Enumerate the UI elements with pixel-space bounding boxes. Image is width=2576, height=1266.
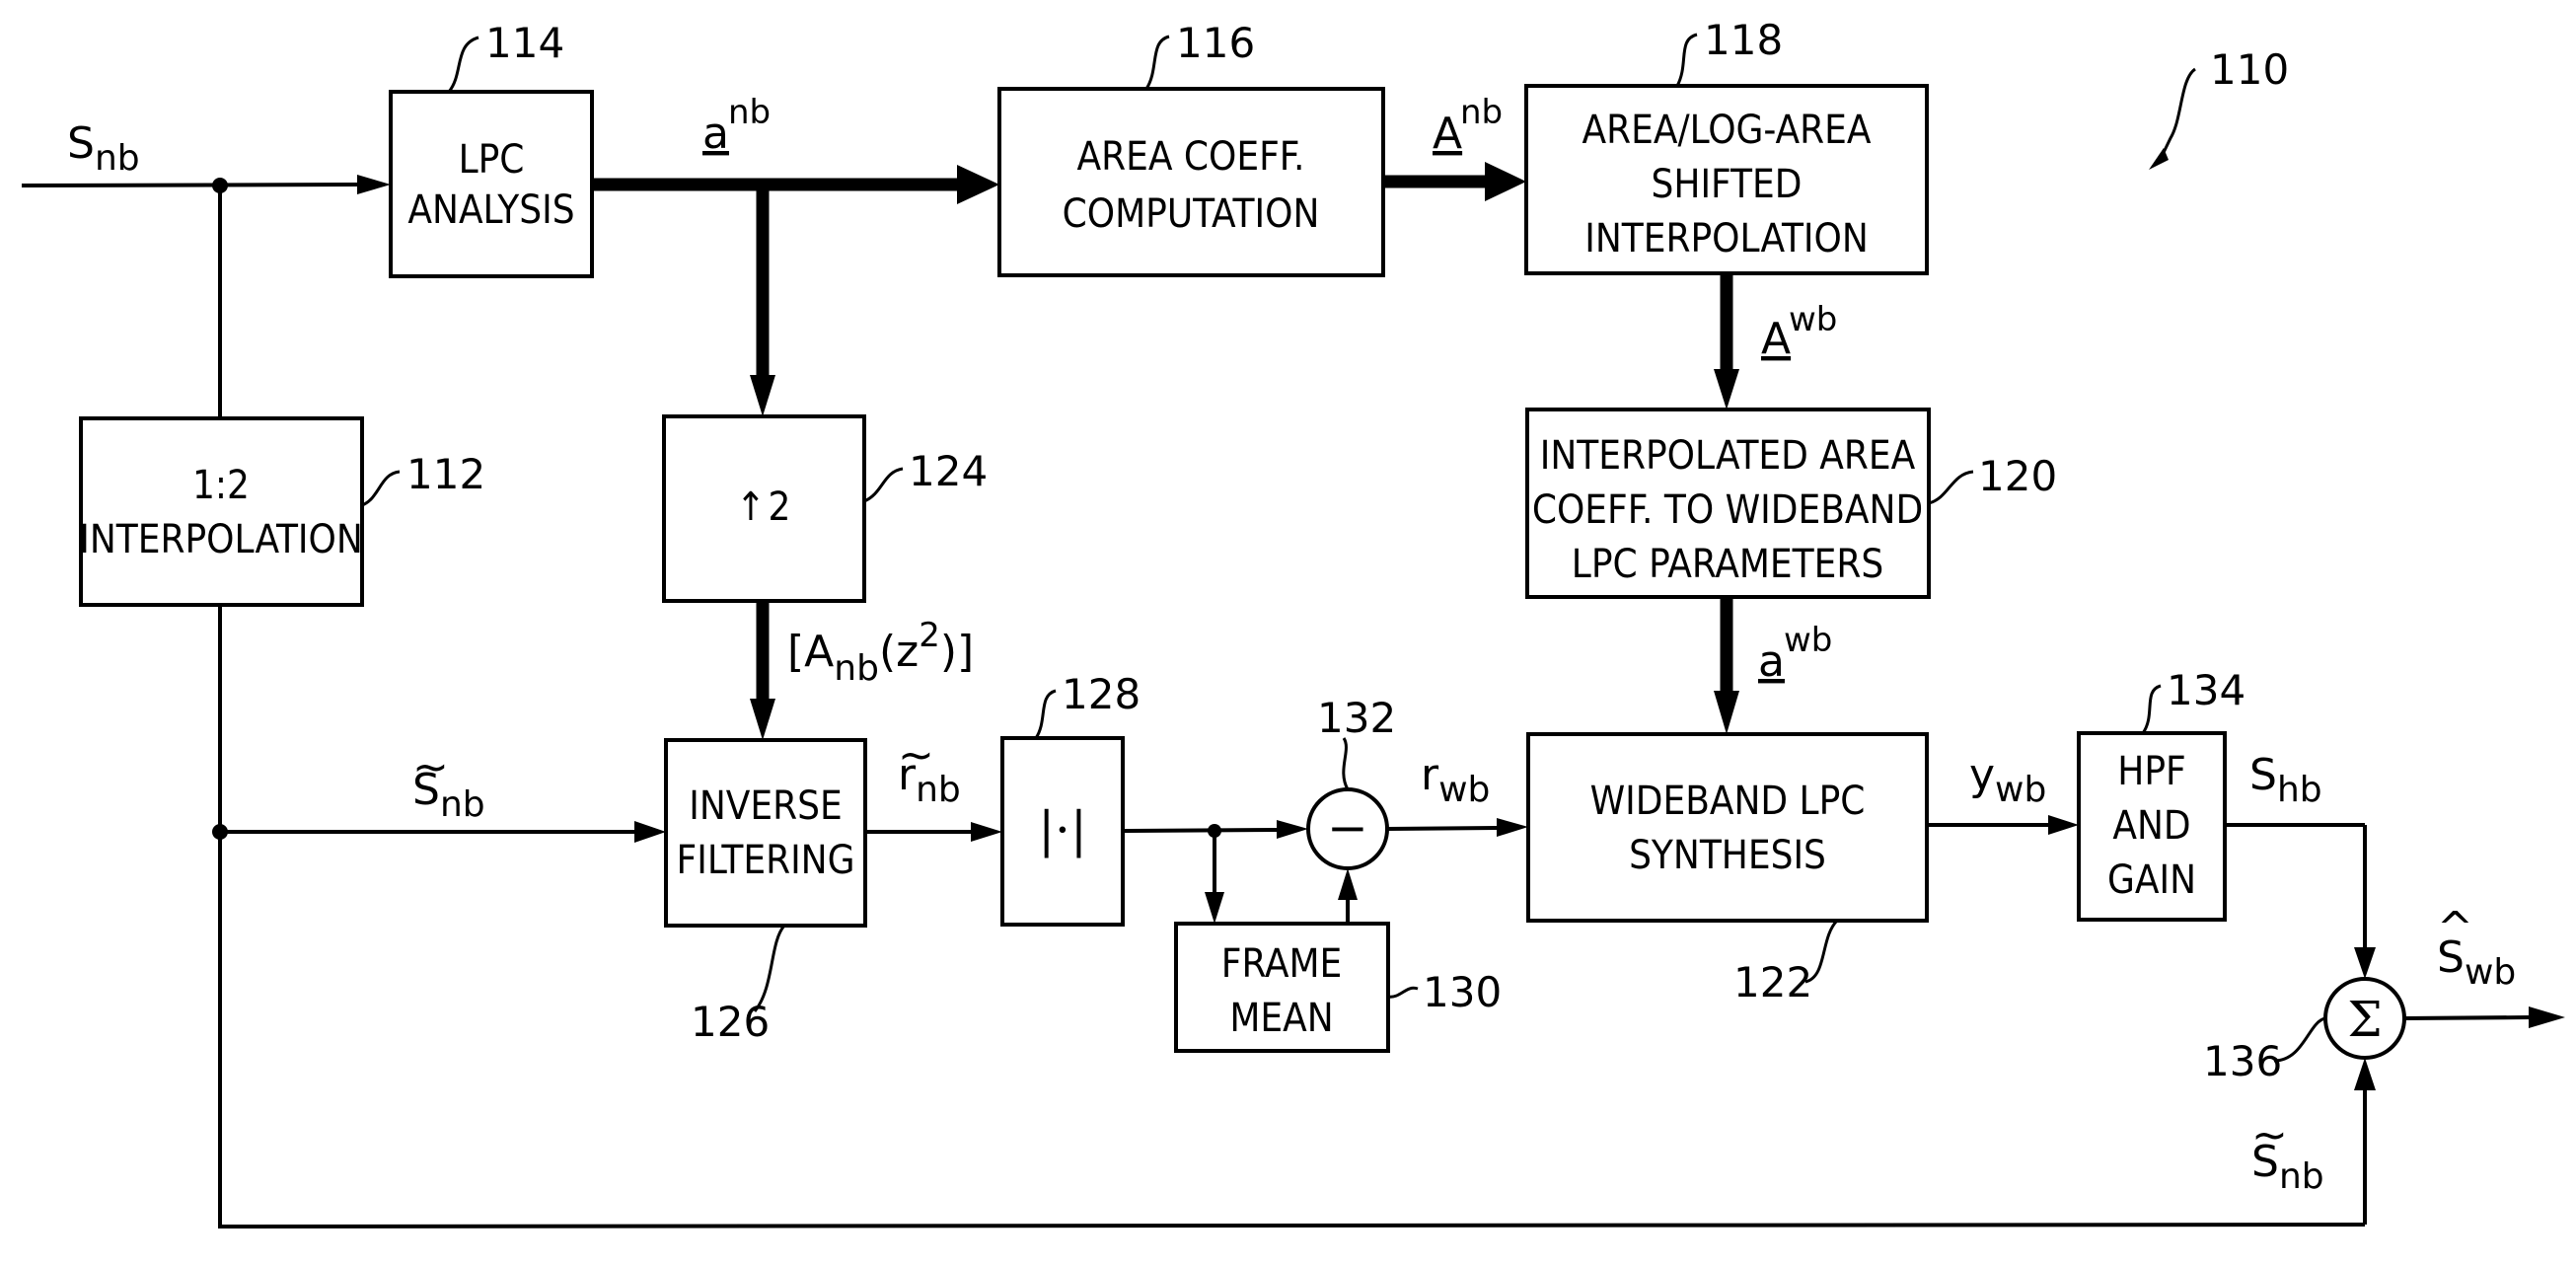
subtractor-node: −: [1306, 787, 1389, 870]
ref-128: 128: [1062, 670, 1141, 718]
block-hpf-gain: HPF AND GAIN: [2077, 731, 2227, 922]
block-label: ANALYSIS: [407, 187, 574, 233]
wire-output: [2403, 1015, 2532, 1020]
block-label: AREA COEFF.: [1077, 134, 1305, 180]
block-interpolated-area: INTERPOLATED AREA COEFF. TO WIDEBAND LPC…: [1525, 408, 1931, 599]
signal-A-nb-z2: [Anb(z2)]: [787, 616, 974, 689]
block-lpc-analysis: LPC ANALYSIS: [389, 90, 594, 278]
wire-abs-out: [1122, 828, 1280, 833]
block-label: 2: [769, 484, 791, 530]
summer-node: Σ: [2323, 977, 2406, 1060]
arrowhead: [750, 699, 775, 740]
signal-a-nb: a: [702, 109, 729, 159]
signal-A-wb: A: [1761, 314, 1791, 364]
block-upsample: ↑ 2: [662, 414, 866, 603]
ref-116: 116: [1176, 19, 1255, 67]
block-label: FRAME: [1221, 941, 1342, 987]
block-label: MEAN: [1229, 996, 1333, 1041]
block-label: AND: [2112, 803, 2190, 849]
abs-symbol: |·|: [1038, 801, 1087, 858]
block-label: AREA/LOG-AREA: [1582, 108, 1872, 153]
block-area-coeff: AREA COEFF. COMPUTATION: [997, 87, 1385, 277]
sigma-symbol: Σ: [2347, 991, 2382, 1048]
ref-114: 114: [485, 19, 564, 67]
signal-A-nb-sup: nb: [1460, 93, 1503, 132]
arrowhead: [2048, 815, 2079, 835]
ref-110: 110: [2210, 45, 2289, 94]
arrowhead: [1485, 162, 1526, 201]
wire-r-wb: [1386, 826, 1499, 831]
ref-120: 120: [1978, 452, 2057, 500]
ref-126: 126: [691, 998, 770, 1046]
arrowhead: [957, 165, 999, 204]
signal-A-nb: A: [1433, 109, 1462, 159]
minus-symbol: −: [1327, 799, 1368, 856]
arrowhead: [1205, 892, 1224, 924]
ref-130: 130: [1423, 968, 1502, 1016]
block-label: INTERPOLATION: [1584, 216, 1869, 261]
block-label: INVERSE: [689, 783, 842, 829]
block-label: WIDEBAND LPC: [1590, 779, 1866, 824]
ref-136: 136: [2203, 1037, 2282, 1085]
block-inverse-filtering: INVERSE FILTERING: [664, 738, 867, 928]
arrowhead: [1714, 691, 1739, 734]
signal-a-wb: a: [1758, 636, 1785, 687]
arrowhead: [2354, 947, 2376, 979]
up-arrow-icon: ↑: [736, 484, 766, 530]
block-label: LPC PARAMETERS: [1572, 542, 1883, 587]
arrowhead: [1338, 868, 1358, 900]
block-label: COMPUTATION: [1063, 191, 1320, 237]
ref-132: 132: [1317, 694, 1396, 742]
block-label: 1:2: [192, 463, 250, 508]
block-wideband-lpc-synthesis: WIDEBAND LPC SYNTHESIS: [1526, 732, 1929, 923]
ref-112: 112: [406, 450, 485, 498]
signal-s-wb-hat: Swb: [2437, 932, 2516, 993]
signal-a-nb-sup: nb: [728, 93, 771, 132]
arrowhead: [1497, 818, 1528, 837]
arrowhead: [1714, 369, 1739, 410]
block-label: SHIFTED: [1652, 162, 1803, 207]
signal-s-hb: Shb: [2249, 750, 2322, 810]
arrowhead: [634, 821, 666, 843]
arrowhead: [971, 822, 1002, 842]
arrowhead: [2529, 1006, 2565, 1028]
block-label: COEFF. TO WIDEBAND: [1532, 487, 1923, 533]
block-label: FILTERING: [677, 838, 855, 883]
signal-y-wb: ywb: [1969, 750, 2046, 810]
block-frame-mean: FRAME MEAN: [1174, 922, 1390, 1053]
arrowhead: [1277, 820, 1308, 839]
ref-118: 118: [1704, 16, 1783, 64]
ref-122: 122: [1733, 958, 1812, 1006]
arrowhead: [357, 175, 391, 194]
block-area-log-area: AREA/LOG-AREA SHIFTED INTERPOLATION: [1524, 84, 1929, 275]
ref-124: 124: [909, 447, 988, 495]
wire-bottom: [217, 1223, 2366, 1229]
signal-r-wb: rwb: [1421, 750, 1490, 810]
ref-134: 134: [2167, 666, 2245, 714]
block-label: HPF: [2117, 749, 2185, 794]
signal-s-nb-input: Snb: [67, 118, 140, 179]
arrowhead: [2354, 1058, 2376, 1090]
block-label: INTERPOLATED AREA: [1540, 433, 1916, 479]
block-interpolation-1-2: 1:2 INTERPOLATION: [79, 416, 364, 607]
block-label: SYNTHESIS: [1629, 833, 1826, 878]
block-label: GAIN: [2107, 857, 2196, 903]
signal-a-wb-sup: wb: [1784, 621, 1832, 660]
block-label: LPC: [459, 137, 525, 183]
arrowhead: [750, 375, 775, 416]
block-label: INTERPOLATION: [79, 517, 363, 562]
signal-A-wb-sup: wb: [1789, 300, 1837, 339]
block-diagram: LPC ANALYSIS AREA COEFF. COMPUTATION ARE…: [21, 16, 2565, 1229]
wire-input-snb: [21, 183, 358, 187]
block-abs: |·|: [1000, 736, 1125, 927]
